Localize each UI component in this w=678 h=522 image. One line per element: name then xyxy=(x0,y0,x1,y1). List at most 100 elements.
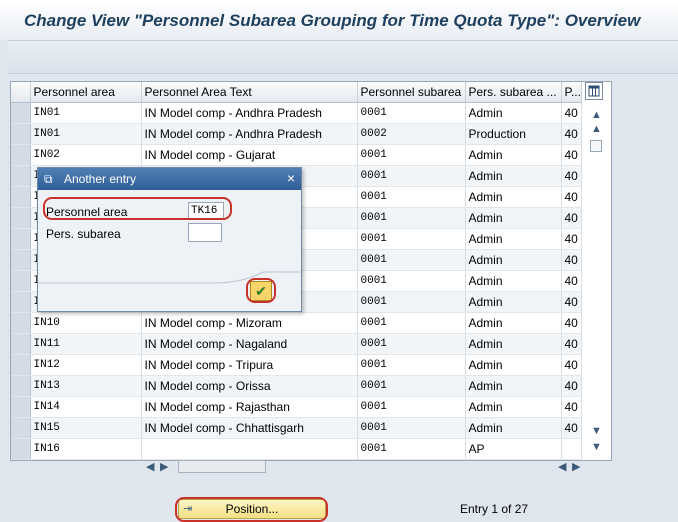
cell-p[interactable]: 40 xyxy=(561,186,582,208)
column-header-personnel-subarea[interactable]: Personnel subarea xyxy=(357,82,466,103)
cell-personnel-subarea[interactable]: 0001 xyxy=(357,228,466,250)
scroll-bottom-icon[interactable]: ▼ xyxy=(591,441,602,453)
cell-pers-subarea-text[interactable]: Admin xyxy=(465,228,562,250)
row-selector[interactable] xyxy=(11,144,31,166)
cell-p[interactable]: 40 xyxy=(561,144,582,166)
table-row[interactable]: IN02 IN Model comp - Gujarat 0001 Admin 40 xyxy=(11,144,582,166)
cell-p[interactable]: 40 xyxy=(561,333,582,355)
cell-personnel-area[interactable]: IN13 xyxy=(30,375,142,397)
cell-p[interactable]: 40 xyxy=(561,207,582,229)
cell-p[interactable]: 40 xyxy=(561,375,582,397)
cell-p[interactable]: 40 xyxy=(561,417,582,439)
cell-pers-subarea-text[interactable]: Admin xyxy=(465,417,562,439)
cell-pers-subarea-text[interactable]: Admin xyxy=(465,333,562,355)
cell-personnel-subarea[interactable]: 0001 xyxy=(357,249,466,271)
cell-personnel-area-text[interactable]: IN Model comp - Andhra Pradesh xyxy=(141,123,358,145)
row-selector[interactable] xyxy=(11,102,31,124)
cell-pers-subarea-text[interactable]: Admin xyxy=(465,207,562,229)
cell-p[interactable]: 40 xyxy=(561,354,582,376)
scroll-down-icon[interactable]: ▼ xyxy=(591,425,602,437)
row-selector[interactable] xyxy=(11,249,31,271)
table-row[interactable]: IN14 IN Model comp - Rajasthan 0001 Admin 40 xyxy=(11,396,582,418)
horizontal-scrollbar[interactable] xyxy=(178,460,266,473)
row-selector[interactable] xyxy=(11,396,31,418)
cell-personnel-area[interactable]: IN16 xyxy=(30,438,142,460)
cell-personnel-area-text[interactable]: IN Model comp - Chhattisgarh xyxy=(141,417,358,439)
row-selector[interactable] xyxy=(11,354,31,376)
cell-p[interactable]: 40 xyxy=(561,291,582,313)
row-selector[interactable] xyxy=(11,375,31,397)
cell-pers-subarea-text[interactable]: Admin xyxy=(465,375,562,397)
cell-personnel-area[interactable]: IN02 xyxy=(30,144,142,166)
row-selector[interactable] xyxy=(11,312,31,334)
scroll-up-icon[interactable]: ▲ xyxy=(591,123,602,135)
cell-personnel-area-text[interactable]: IN Model comp - Gujarat xyxy=(141,144,358,166)
cell-pers-subarea-text[interactable]: Production xyxy=(465,123,562,145)
table-row[interactable]: IN15 IN Model comp - Chhattisgarh 0001 Admi… xyxy=(11,417,582,439)
cell-pers-subarea-text[interactable]: Admin xyxy=(465,396,562,418)
cell-personnel-area[interactable]: IN10 xyxy=(30,312,142,334)
cell-pers-subarea-text[interactable]: AP xyxy=(465,438,562,460)
cell-p[interactable]: 40 xyxy=(561,270,582,292)
cell-personnel-subarea[interactable]: 0001 xyxy=(357,165,466,187)
cell-personnel-subarea[interactable]: 0001 xyxy=(357,270,466,292)
cell-p[interactable]: 40 xyxy=(561,396,582,418)
column-header-personnel-area[interactable]: Personnel area xyxy=(30,82,142,103)
row-selector[interactable] xyxy=(11,438,31,460)
cell-pers-subarea-text[interactable]: Admin xyxy=(465,270,562,292)
cell-personnel-area[interactable]: IN14 xyxy=(30,396,142,418)
scroll-right-small-icon[interactable]: ▶ xyxy=(160,460,168,473)
cell-p[interactable]: 40 xyxy=(561,165,582,187)
cell-personnel-area[interactable]: IN11 xyxy=(30,333,142,355)
scroll-left-end-icon[interactable]: ◀ xyxy=(558,460,566,473)
cell-personnel-subarea[interactable]: 0001 xyxy=(357,354,466,376)
cell-pers-subarea-text[interactable]: Admin xyxy=(465,312,562,334)
column-header-p[interactable]: P... xyxy=(561,82,582,103)
table-row[interactable]: IN11 IN Model comp - Nagaland 0001 Admin 40 xyxy=(11,333,582,355)
cell-personnel-area[interactable]: IN12 xyxy=(30,354,142,376)
scroll-left-icon[interactable]: ◀ xyxy=(146,460,154,473)
cell-pers-subarea-text[interactable]: Admin xyxy=(465,165,562,187)
cell-personnel-subarea[interactable]: 0001 xyxy=(357,396,466,418)
cell-pers-subarea-text[interactable]: Admin xyxy=(465,291,562,313)
cell-personnel-subarea[interactable]: 0001 xyxy=(357,144,466,166)
cell-pers-subarea-text[interactable]: Admin xyxy=(465,102,562,124)
cell-pers-subarea-text[interactable]: Admin xyxy=(465,249,562,271)
cell-personnel-area-text[interactable]: IN Model comp - Rajasthan xyxy=(141,396,358,418)
cell-personnel-area-text[interactable]: IN Model comp - Tripura xyxy=(141,354,358,376)
row-selector[interactable] xyxy=(11,186,31,208)
cell-p[interactable] xyxy=(561,438,582,460)
cell-personnel-area[interactable]: IN01 xyxy=(30,123,142,145)
cell-pers-subarea-text[interactable]: Admin xyxy=(465,354,562,376)
cell-personnel-subarea[interactable]: 0001 xyxy=(357,438,466,460)
cell-personnel-area-text[interactable]: IN Model comp - Andhra Pradesh xyxy=(141,102,358,124)
column-header-personnel-area-text[interactable]: Personnel Area Text xyxy=(141,82,358,103)
table-row[interactable]: IN13 IN Model comp - Orissa 0001 Admin 40 xyxy=(11,375,582,397)
row-selector[interactable] xyxy=(11,333,31,355)
table-row[interactable]: IN10 IN Model comp - Mizoram 0001 Admin 40 xyxy=(11,312,582,334)
select-all-cell[interactable] xyxy=(11,82,31,103)
vertical-scrollbar-thumb[interactable] xyxy=(590,140,602,152)
row-selector[interactable] xyxy=(11,165,31,187)
cell-p[interactable]: 40 xyxy=(561,102,582,124)
cell-personnel-subarea[interactable]: 0001 xyxy=(357,333,466,355)
cell-p[interactable]: 40 xyxy=(561,312,582,334)
cell-personnel-area[interactable]: IN01 xyxy=(30,102,142,124)
cell-personnel-subarea[interactable]: 0001 xyxy=(357,186,466,208)
cell-p[interactable]: 40 xyxy=(561,123,582,145)
row-selector[interactable] xyxy=(11,228,31,250)
cell-personnel-area-text[interactable]: IN Model comp - Nagaland xyxy=(141,333,358,355)
row-selector[interactable] xyxy=(11,417,31,439)
cell-personnel-area-text[interactable]: IN Model comp - Mizoram xyxy=(141,312,358,334)
cell-personnel-subarea[interactable]: 0001 xyxy=(357,102,466,124)
cell-personnel-subarea[interactable]: 0001 xyxy=(357,375,466,397)
column-config-button[interactable] xyxy=(585,82,603,100)
cell-personnel-area-text[interactable]: IN Model comp - Orissa xyxy=(141,375,358,397)
column-header-pers-subarea-text[interactable]: Pers. subarea ... xyxy=(465,82,562,103)
cell-pers-subarea-text[interactable]: Admin xyxy=(465,144,562,166)
cell-personnel-subarea[interactable]: 0001 xyxy=(357,207,466,229)
cell-personnel-subarea[interactable]: 0002 xyxy=(357,123,466,145)
table-row[interactable]: IN01 IN Model comp - Andhra Pradesh 0001 Ad… xyxy=(11,102,582,124)
cell-personnel-area[interactable]: IN15 xyxy=(30,417,142,439)
table-row[interactable]: IN01 IN Model comp - Andhra Pradesh 0002 Pr… xyxy=(11,123,582,145)
